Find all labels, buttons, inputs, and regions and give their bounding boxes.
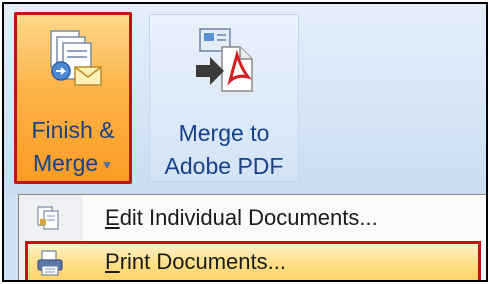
menu-item-label: Print Documents... — [105, 249, 286, 274]
finish-merge-label-line2: Merge ▼ — [32, 150, 114, 176]
edit-documents-icon — [37, 206, 59, 230]
menu-item-edit-individual-documents[interactable]: Edit Individual Documents... — [25, 199, 481, 239]
finish-merge-button[interactable]: Finish & Merge ▼ — [14, 12, 132, 184]
finish-merge-icon — [50, 30, 102, 86]
finish-merge-label-line1: Finish & — [31, 117, 115, 143]
ribbon-group: Finish & Merge ▼ Merge to Adobe PDF — [4, 4, 486, 194]
merge-to-adobe-pdf-button[interactable]: Merge to Adobe PDF — [149, 14, 299, 182]
screenshot-frame: Finish & Merge ▼ Merge to Adobe PDF Edit… — [2, 2, 488, 282]
finish-merge-dropdown-menu: Edit Individual Documents... Print Docum… — [18, 194, 486, 280]
print-documents-icon — [37, 250, 63, 276]
menu-item-label: Edit Individual Documents... — [105, 205, 378, 230]
merge-to-pdf-icon — [196, 28, 253, 92]
merge-pdf-label-line1: Merge to — [178, 120, 270, 146]
menu-item-print-documents[interactable]: Print Documents... — [25, 241, 481, 280]
merge-pdf-label-line2: Adobe PDF — [164, 153, 284, 179]
chevron-down-icon: ▼ — [101, 157, 114, 172]
